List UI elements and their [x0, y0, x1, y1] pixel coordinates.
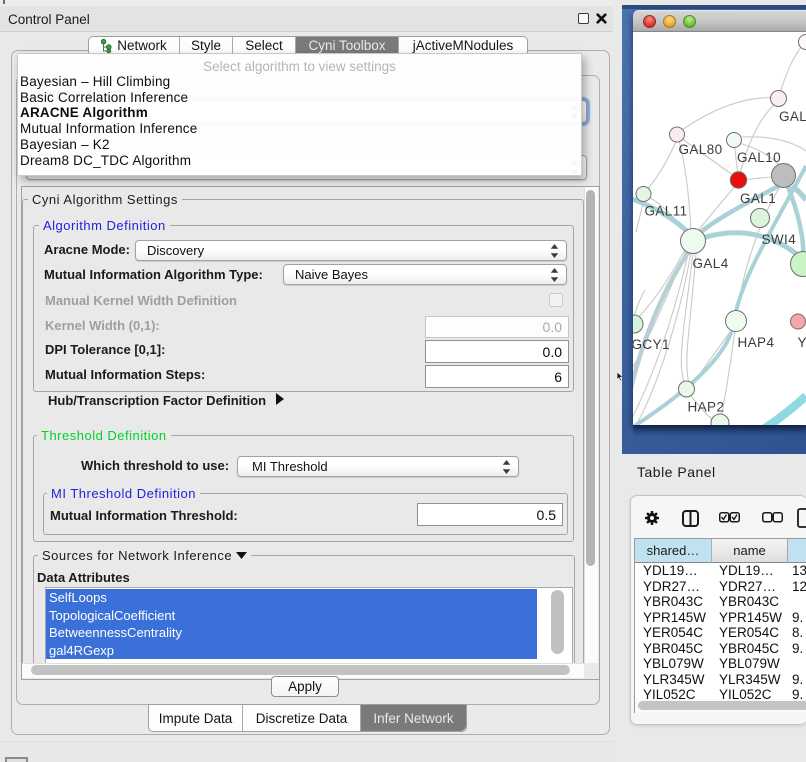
svg-text:SWI4: SWI4 [762, 232, 797, 247]
svg-text:HAP2: HAP2 [688, 400, 725, 415]
svg-text:GAL: GAL [779, 109, 806, 124]
svg-text:GAL1: GAL1 [740, 191, 776, 206]
svg-text:Y: Y [798, 335, 806, 350]
svg-text:GAL4: GAL4 [693, 256, 729, 271]
svg-text:GAL80: GAL80 [679, 142, 723, 157]
svg-text:GAL10: GAL10 [737, 150, 781, 165]
svg-text:GAL11: GAL11 [645, 204, 688, 219]
svg-text:GCY1: GCY1 [633, 337, 670, 352]
svg-text:HAP4: HAP4 [738, 335, 775, 350]
